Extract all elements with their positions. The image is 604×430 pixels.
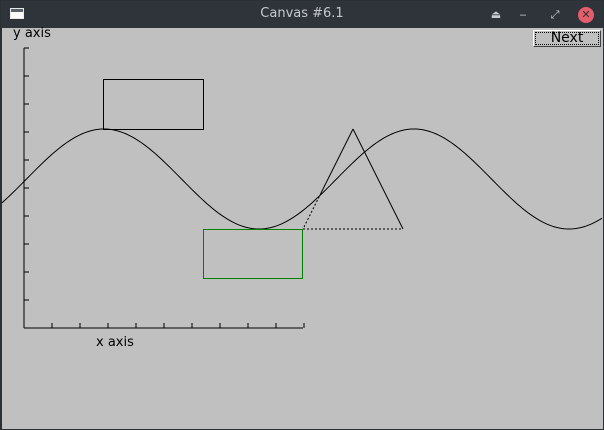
drawing-canvas[interactable]: y axis x axis Next: [2, 26, 603, 429]
triangle-dashed-left: [302, 192, 322, 230]
maximize-icon[interactable]: ⤢: [546, 6, 564, 24]
canvas-drawing: [2, 47, 603, 329]
close-icon[interactable]: ✕: [578, 7, 594, 23]
title-bar[interactable]: Canvas #6.1 ⏏ ‒ ⤢ ✕: [1, 1, 603, 28]
black-rectangle: [103, 79, 204, 130]
green-rectangle: [203, 229, 303, 279]
canvas-window: Canvas #6.1 ⏏ ‒ ⤢ ✕ y axis x axis Next: [0, 0, 604, 430]
next-button[interactable]: Next: [533, 30, 601, 47]
shade-icon[interactable]: ⏏: [487, 6, 505, 24]
minimize-icon[interactable]: ‒: [514, 6, 532, 24]
triangle-left-side: [320, 128, 354, 194]
x-axis-ticks: [23, 323, 305, 328]
triangle-right-side: [352, 128, 404, 230]
x-axis-label: x axis: [96, 335, 134, 350]
y-axis-label: y axis: [13, 26, 51, 41]
sine-curve: [2, 128, 603, 230]
window-title: Canvas #6.1: [260, 6, 344, 21]
y-axis-ticks: [24, 47, 29, 329]
